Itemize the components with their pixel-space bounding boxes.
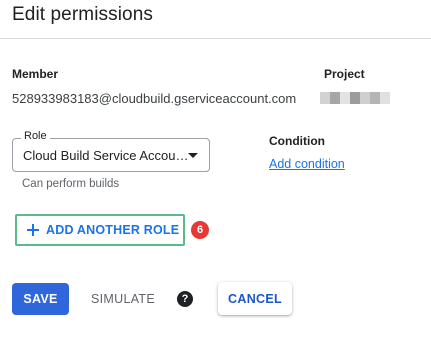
simulate-button[interactable]: SIMULATE	[82, 283, 164, 315]
redaction-block	[370, 92, 380, 104]
dialog-title: Edit permissions	[12, 4, 153, 25]
save-button[interactable]: SAVE	[12, 283, 69, 315]
header-divider	[0, 38, 431, 39]
redaction-block	[340, 92, 350, 104]
project-value-redacted	[320, 92, 390, 104]
role-helper-text: Can perform builds	[22, 178, 120, 190]
redaction-block	[380, 92, 390, 104]
redaction-block	[320, 92, 330, 104]
condition-label: Condition	[269, 134, 325, 148]
cancel-button[interactable]: CANCEL	[218, 282, 292, 315]
arrow-drop-down-icon	[188, 153, 198, 158]
member-value: 528933983183@cloudbuild.gserviceaccount.…	[12, 91, 297, 106]
role-label: Role	[21, 130, 50, 142]
add-condition-link[interactable]: Add condition	[269, 157, 345, 171]
redaction-block	[350, 92, 360, 104]
step-number-badge: 6	[191, 221, 209, 239]
redaction-block	[360, 92, 370, 104]
plus-icon	[27, 224, 39, 236]
role-select[interactable]: Role Cloud Build Service Accou…	[12, 130, 210, 172]
add-another-role-label: ADD ANOTHER ROLE	[46, 223, 180, 237]
help-icon[interactable]: ?	[177, 291, 193, 307]
role-selected-value: Cloud Build Service Accou…	[23, 148, 189, 163]
member-label: Member	[12, 67, 59, 81]
add-another-role-button[interactable]: ADD ANOTHER ROLE	[15, 214, 185, 246]
redaction-block	[330, 92, 340, 104]
project-label: Project	[324, 67, 365, 81]
